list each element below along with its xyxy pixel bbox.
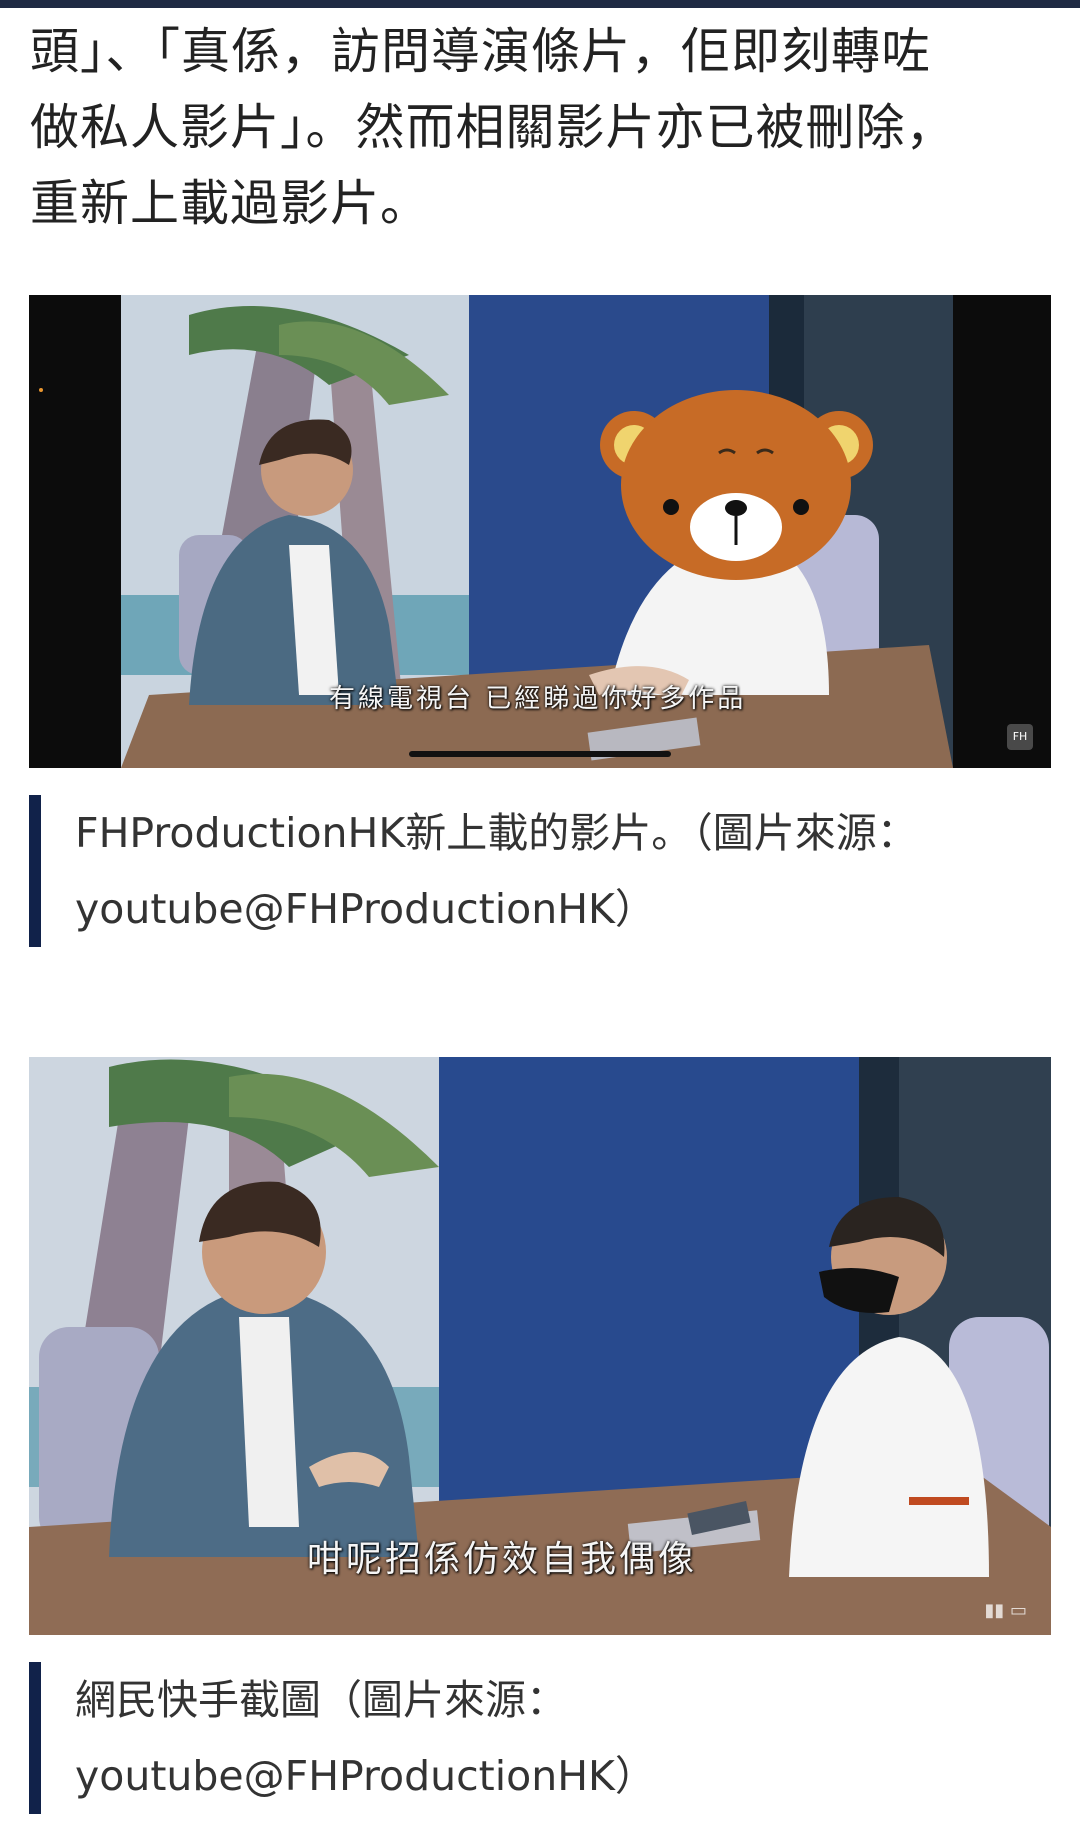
paragraph-line: 做私人影片」。然而相關影片亦已被刪除， (30, 99, 956, 156)
paragraph-line: 頭」、「真係，訪問導演條片，佢即刻轉咗 (30, 23, 932, 80)
video-scrubber-bar[interactable] (409, 751, 671, 757)
caption-line: FHProductionHK新上載的影片。（圖片來源： (75, 809, 918, 857)
caption-line: youtube@FHProductionHK） (75, 1752, 656, 1800)
fh-logo-icon: FH (1007, 724, 1033, 750)
caption-line: youtube@FHProductionHK） (75, 885, 656, 933)
image-caption: 網民快手截圖（圖片來源： youtube@FHProductionHK） (29, 1662, 1029, 1814)
video-subtitle: 有線電視台 已經睇過你好多作品 (329, 684, 747, 714)
paragraph-line: 重新上載過影片。 (30, 175, 431, 232)
image-caption: FHProductionHK新上載的影片。（圖片來源： youtube@FHPr… (29, 795, 1029, 947)
article-paragraph: 頭」、「真係，訪問導演條片，佢即刻轉咗 做私人影片」。然而相關影片亦已被刪除， … (30, 14, 1040, 242)
screenshot-image[interactable]: 咁呢招係仿效自我偶像 ▮▮ ▭ (29, 1057, 1051, 1635)
video-subtitle: 咁呢招係仿效自我偶像 (307, 1539, 698, 1580)
caption-line: 網民快手截圖（圖片來源： (75, 1676, 567, 1724)
video-screenshot-image[interactable]: 有線電視台 已經睇過你好多作品 FH (29, 295, 1051, 768)
player-controls-icon[interactable]: ▮▮ ▭ (984, 1600, 1027, 1621)
top-accent-bar (0, 0, 1080, 8)
